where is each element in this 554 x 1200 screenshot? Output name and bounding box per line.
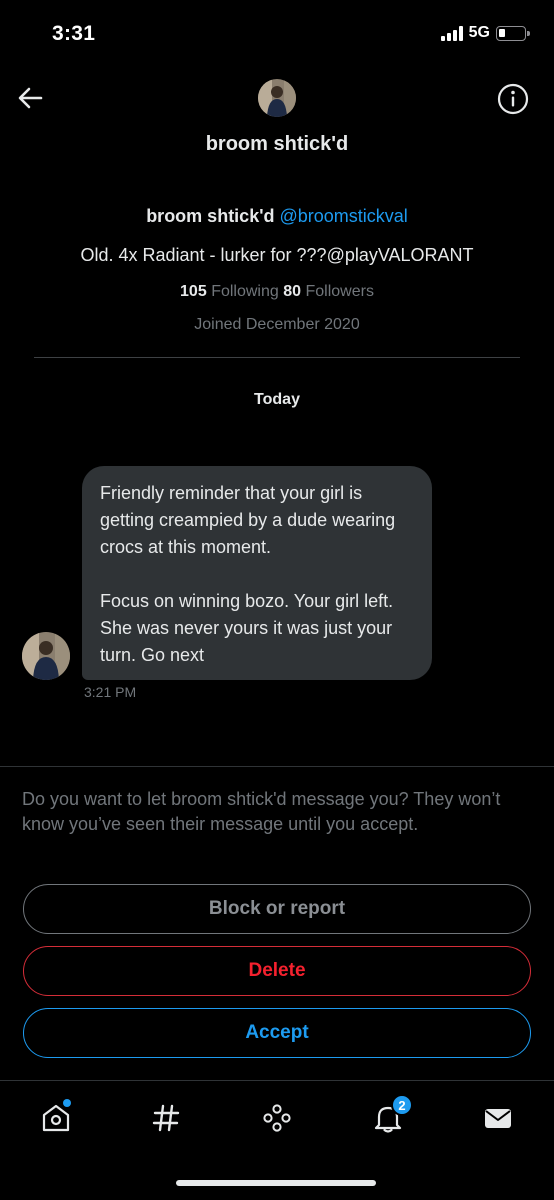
bottom-nav-divider [0, 1080, 554, 1081]
message-timestamp: 3:21 PM [84, 684, 137, 700]
explore-hashtag-icon [152, 1104, 180, 1132]
home-indicator [176, 1180, 376, 1186]
delete-button[interactable]: Delete [23, 946, 531, 996]
request-divider [0, 766, 554, 767]
signal-icon [440, 25, 463, 41]
conversation-title: broom shtick'd [205, 133, 349, 155]
block-or-report-button[interactable]: Block or report [23, 884, 531, 934]
profile-handle[interactable]: @broomstickval [280, 206, 408, 226]
profile-divider [34, 357, 520, 358]
message-bubble[interactable]: Friendly reminder that your girl is gett… [82, 466, 432, 680]
message-text: Friendly reminder that your girl is gett… [100, 483, 396, 665]
status-bar: 3:31 5G [0, 0, 554, 70]
back-button[interactable] [12, 80, 48, 116]
profile-name-line[interactable]: broom shtick'd @broomstickval [0, 206, 554, 227]
sender-avatar[interactable] [22, 632, 70, 680]
day-separator: Today [254, 391, 300, 408]
followers-count[interactable]: 80 [283, 283, 301, 300]
followers-label[interactable]: Followers [305, 283, 373, 300]
nav-explore[interactable] [144, 1096, 188, 1140]
status-time: 3:31 [52, 22, 96, 45]
spaces-icon [263, 1104, 291, 1132]
joined-date: Joined December 2020 [194, 316, 360, 333]
header-avatar[interactable] [258, 79, 296, 117]
profile-bio: Old. 4x Radiant - lurker for ???@playVAL… [80, 245, 474, 265]
arrow-left-icon [18, 87, 43, 109]
network-type: 5G [468, 24, 490, 41]
message-request-prompt: Do you want to let broom shtick'd messag… [22, 789, 501, 834]
battery-icon [496, 25, 530, 41]
nav-home[interactable] [34, 1096, 78, 1140]
info-circle-icon [497, 83, 529, 115]
nav-spaces[interactable] [255, 1096, 299, 1140]
status-indicators: 5G [440, 24, 530, 42]
profile-name: broom shtick'd [146, 206, 275, 226]
accept-button[interactable]: Accept [23, 1008, 531, 1058]
following-count[interactable]: 105 [180, 283, 207, 300]
following-label[interactable]: Following [211, 283, 279, 300]
notification-badge: 2 [391, 1094, 413, 1116]
nav-notifications[interactable]: 2 [366, 1094, 413, 1140]
info-button[interactable] [496, 82, 530, 116]
messages-envelope-icon [485, 1109, 511, 1128]
nav-messages[interactable] [476, 1096, 520, 1140]
home-unread-dot [63, 1099, 71, 1107]
follow-counts: 105 Following 80 Followers [0, 283, 554, 301]
